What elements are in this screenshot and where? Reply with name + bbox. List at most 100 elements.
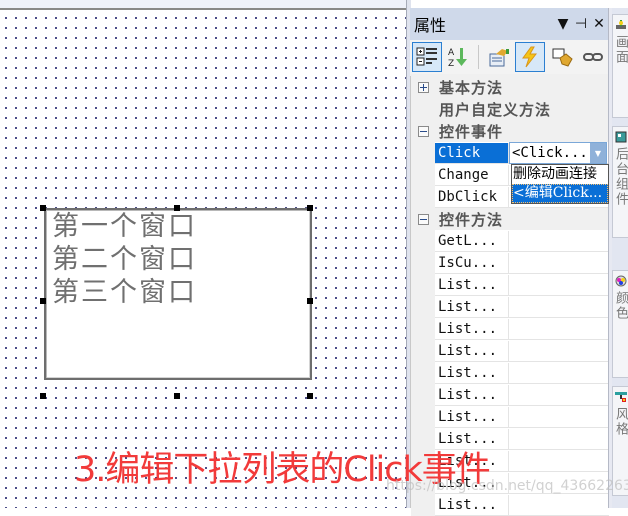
category-control-methods[interactable]: 控件方法 [411, 208, 609, 230]
links-view-button[interactable] [579, 42, 608, 72]
method-name[interactable]: List... [435, 494, 509, 516]
method-row[interactable]: List... [411, 340, 609, 362]
resize-handle-ne[interactable] [307, 205, 313, 211]
listbox-control[interactable]: 第一个窗口 第二个窗口 第三个窗口 [44, 208, 312, 380]
methods-view-button[interactable] [547, 42, 576, 72]
method-name[interactable]: List... [435, 318, 509, 340]
method-value[interactable] [509, 407, 609, 428]
category-label: 控件事件 [439, 122, 504, 141]
method-name[interactable]: List... [435, 362, 509, 384]
method-name[interactable]: List... [435, 406, 509, 428]
side-tab-label: 后台组件 [613, 147, 628, 207]
dropdown-option-edit-click[interactable]: <编辑Click... [512, 184, 608, 203]
event-row-click[interactable]: Click <Click... ▼ 删除动画连接 <编辑Click... [411, 142, 609, 204]
resize-handle-n[interactable] [174, 205, 180, 211]
method-value[interactable] [509, 297, 609, 318]
method-row[interactable]: List... [411, 384, 609, 406]
category-label: 用户自定义方法 [439, 100, 552, 119]
collapse-icon[interactable] [417, 213, 429, 225]
method-value[interactable] [509, 429, 609, 450]
listbox-item[interactable]: 第二个窗口 [46, 243, 310, 276]
expand-icon[interactable] [417, 81, 429, 93]
categorized-icon [416, 47, 437, 66]
panel-toolbar: AZ [410, 40, 608, 74]
style-icon [614, 392, 627, 402]
category-basic-methods[interactable]: 基本方法 [411, 76, 609, 98]
method-row[interactable]: List... [411, 318, 609, 340]
event-name[interactable]: Click [435, 142, 509, 164]
side-tab-screen[interactable]: 画面 [612, 14, 628, 118]
color-palette-icon [615, 275, 626, 287]
resize-handle-e[interactable] [307, 298, 313, 304]
property-pages-button[interactable] [484, 42, 513, 72]
method-value[interactable] [509, 363, 609, 384]
resize-handle-se[interactable] [307, 393, 313, 399]
screen-icon [615, 20, 626, 29]
property-grid: 基本方法 用户自定义方法 控件事件 Click <Click... ▼ 删除动画… [410, 76, 609, 516]
listbox-item[interactable]: 第三个窗口 [46, 276, 310, 309]
properties-panel: 属性 ▼ ⊣ ✕ AZ 基本方法 用户自定义方法 控件事件 Click <Cli… [410, 8, 609, 516]
methods-icon [552, 48, 573, 67]
event-handler-dropdown: 删除动画连接 <编辑Click... [511, 164, 609, 204]
method-name[interactable]: List... [435, 428, 509, 450]
method-value[interactable] [509, 253, 609, 274]
method-row[interactable]: IsCu... [411, 252, 609, 274]
method-row[interactable]: List... [411, 428, 609, 450]
categorized-view-button[interactable] [412, 42, 442, 72]
category-control-events[interactable]: 控件事件 [411, 120, 609, 142]
panel-menu-dropdown-icon[interactable]: ▼ [554, 16, 572, 32]
method-value[interactable] [509, 341, 609, 362]
method-row[interactable]: List... [411, 406, 609, 428]
events-view-button[interactable] [515, 42, 546, 72]
resize-handle-sw[interactable] [40, 393, 46, 399]
method-row[interactable]: List... [411, 296, 609, 318]
side-tab-label: 风格 [613, 407, 628, 437]
pin-icon[interactable]: ⊣ [572, 16, 590, 32]
collapse-icon[interactable] [417, 125, 429, 137]
method-name[interactable]: List... [435, 296, 509, 318]
watermark: https://blog.csdn.net/qq_43662263 [386, 478, 628, 494]
method-row[interactable]: List... [411, 274, 609, 296]
side-tab-strip: 画面 后台组件 颜色 风格 [612, 8, 628, 508]
link-icon [583, 53, 604, 61]
method-row[interactable]: List... [411, 362, 609, 384]
method-name[interactable]: GetL... [435, 230, 509, 252]
lightning-icon [522, 46, 538, 68]
toolbar-separator [478, 45, 479, 69]
resize-handle-nw[interactable] [40, 205, 46, 211]
method-name[interactable]: IsCu... [435, 252, 509, 274]
chevron-down-icon[interactable]: ▼ [590, 143, 606, 163]
side-tab-colors[interactable]: 颜色 [612, 270, 628, 378]
combo-value[interactable]: <Click... [510, 145, 590, 161]
dropdown-option-delete-link[interactable]: 删除动画连接 [512, 165, 608, 184]
svg-text:A: A [448, 48, 455, 58]
method-value[interactable] [509, 495, 609, 516]
method-value[interactable] [509, 319, 609, 340]
close-icon[interactable]: ✕ [590, 16, 608, 32]
resize-handle-w[interactable] [40, 298, 46, 304]
svg-text:Z: Z [448, 59, 454, 68]
event-name[interactable]: Change [435, 164, 509, 186]
category-label: 控件方法 [439, 210, 504, 229]
method-value[interactable] [509, 275, 609, 296]
category-label: 基本方法 [439, 78, 504, 97]
sort-az-icon: AZ [448, 48, 468, 68]
alphabetical-view-button[interactable]: AZ [444, 42, 473, 72]
method-value[interactable] [509, 451, 609, 472]
resize-handle-s[interactable] [174, 393, 180, 399]
method-name[interactable]: List... [435, 384, 509, 406]
method-value[interactable] [509, 385, 609, 406]
side-tab-background-components[interactable]: 后台组件 [612, 126, 628, 238]
side-tab-label: 画面 [613, 35, 628, 65]
method-value[interactable] [509, 231, 609, 252]
method-name[interactable]: List... [435, 274, 509, 296]
category-user-methods[interactable]: 用户自定义方法 [411, 98, 609, 120]
event-name[interactable]: DbClick [435, 186, 509, 208]
method-row[interactable]: GetL... [411, 230, 609, 252]
listbox-item[interactable]: 第一个窗口 [46, 210, 310, 243]
method-name[interactable]: List... [435, 340, 509, 362]
method-row[interactable]: List... [411, 494, 609, 516]
panel-title-bar: 属性 ▼ ⊣ ✕ [410, 8, 608, 40]
property-pages-icon [489, 49, 509, 67]
event-handler-combo[interactable]: <Click... ▼ [509, 142, 607, 164]
